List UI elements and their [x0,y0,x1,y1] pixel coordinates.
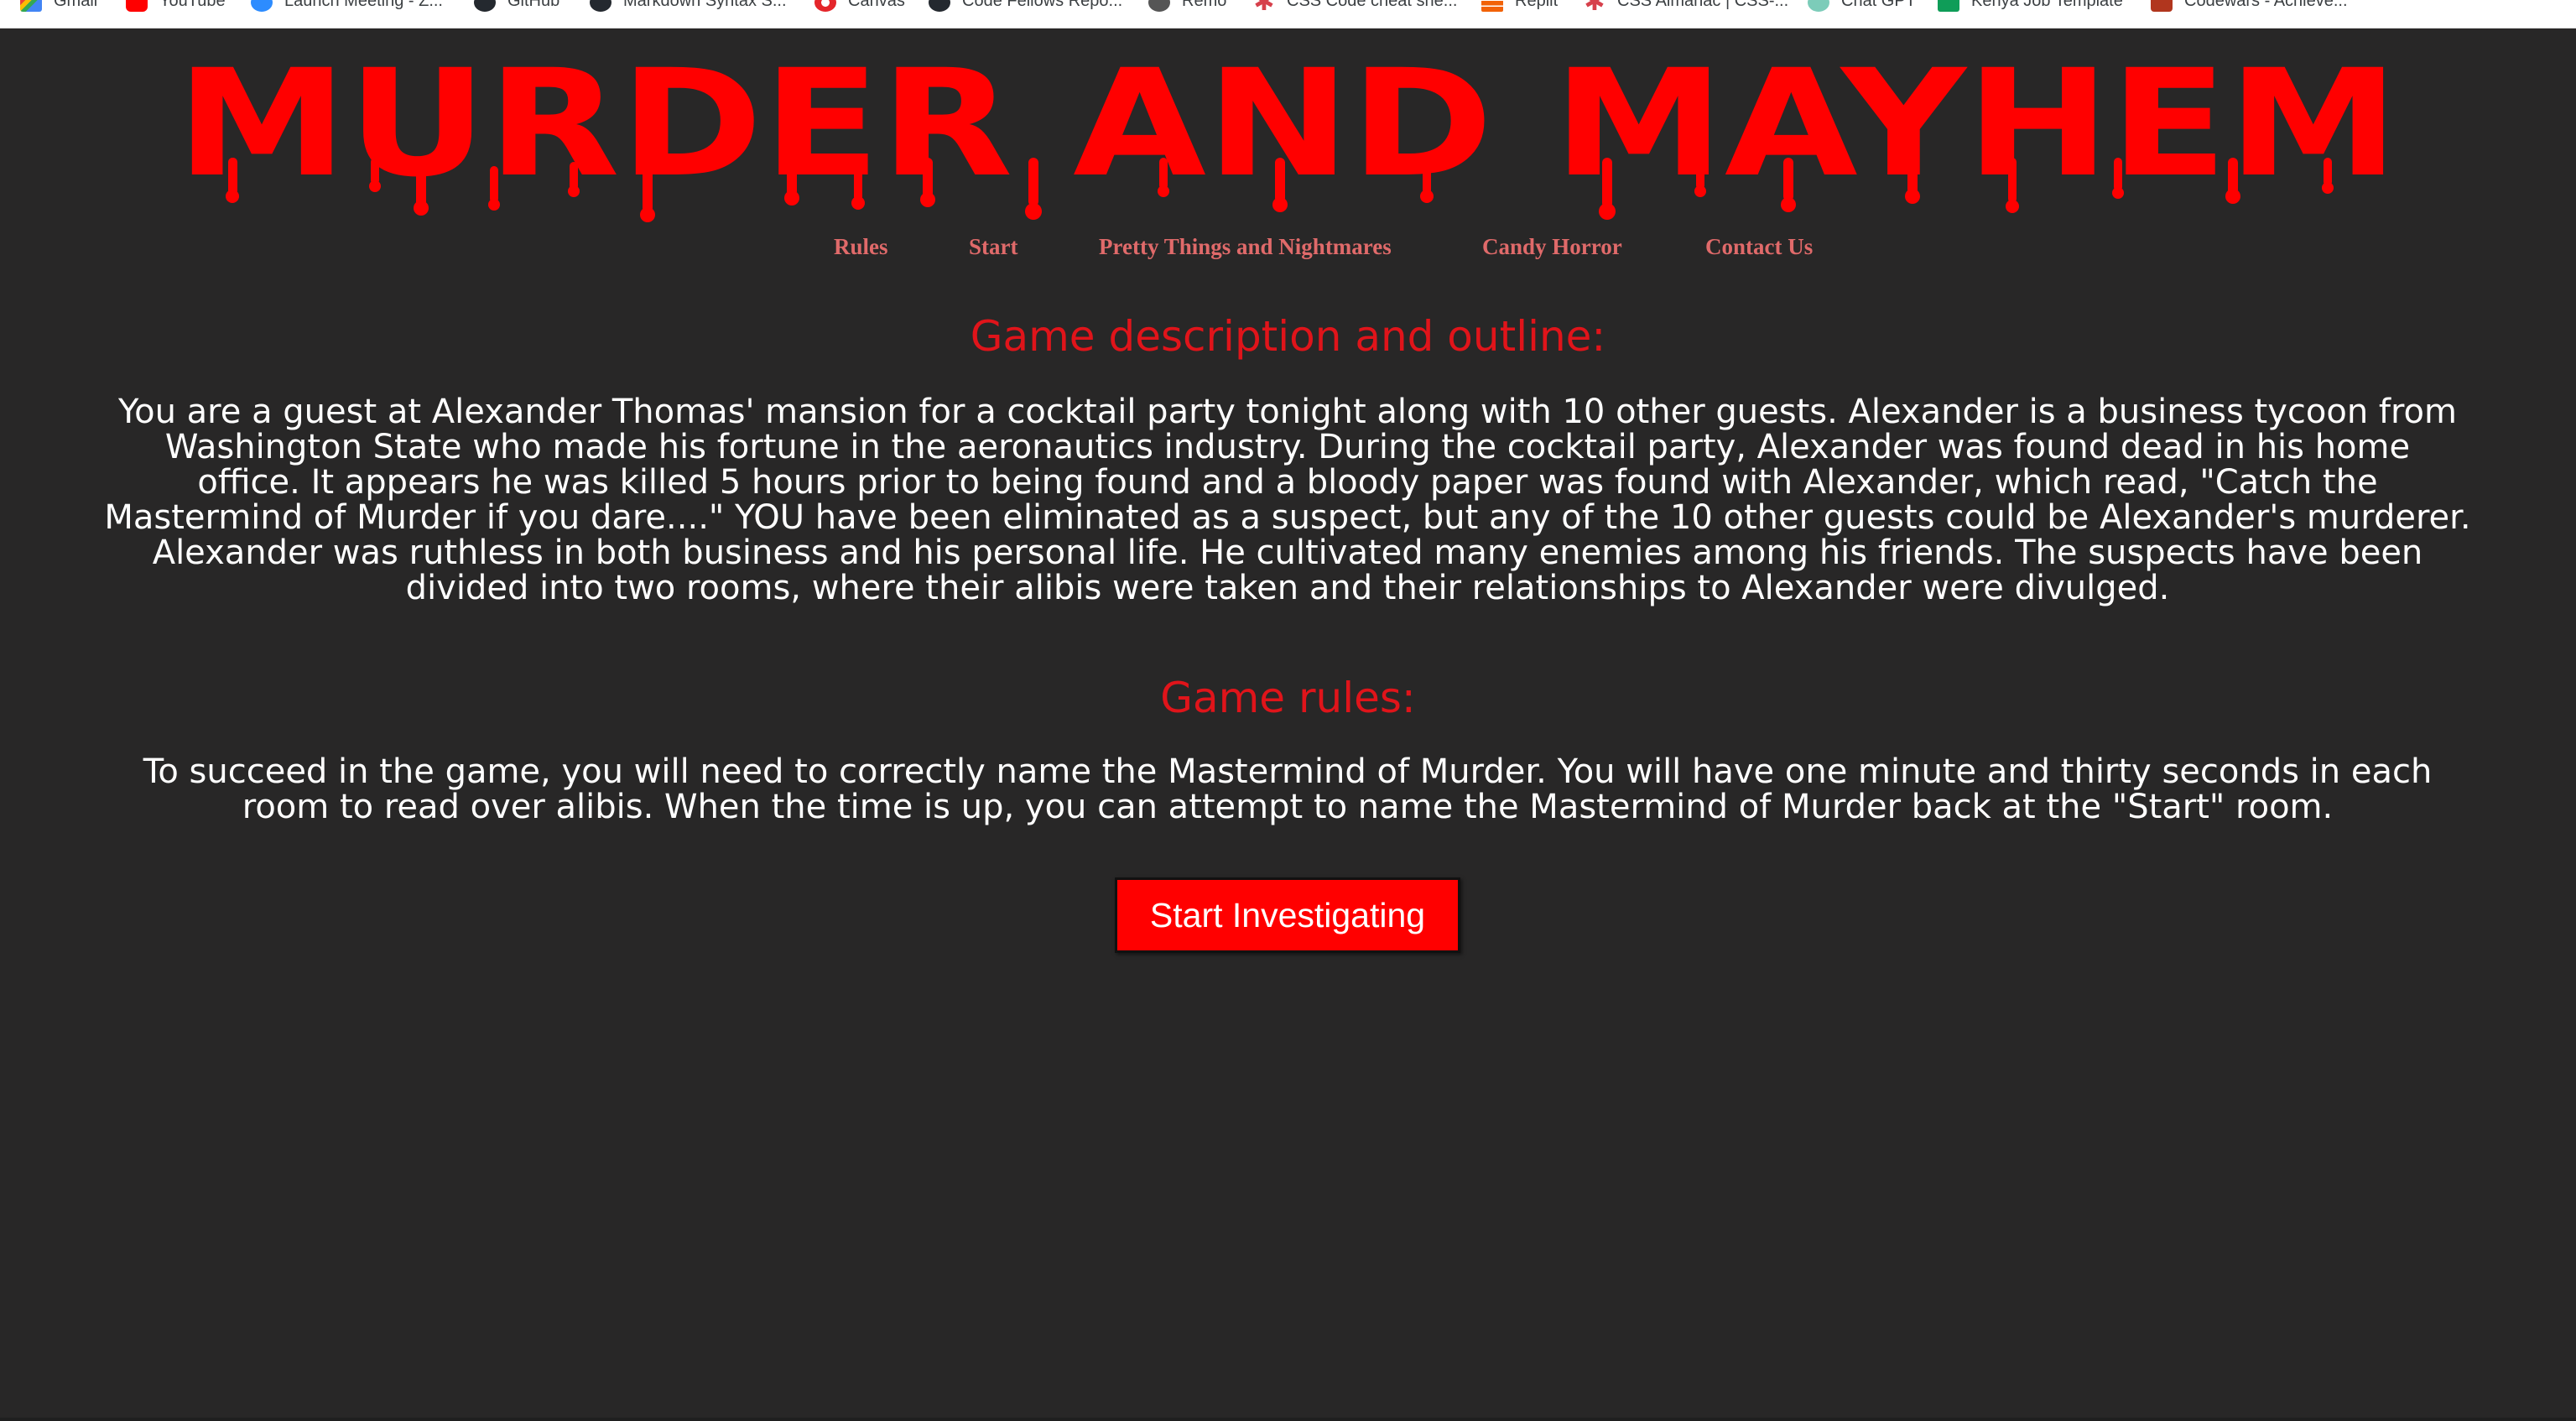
description-line: Washington State who made his fortune in… [164,428,2411,466]
bookmark-label: CSS Code cheat she... [1287,0,1458,10]
chatgpt-icon [1808,0,1829,12]
bookmark-youtube[interactable]: YouTube [126,0,226,20]
description-line: Alexander was ruthless in both business … [152,534,2423,572]
sheets-icon [1938,0,1959,12]
nav-pretty-things-and-nightmares[interactable]: Pretty Things and Nightmares [1099,234,1392,260]
bookmarks-bar: Gmail YouTube Launch Meeting - Z... GitH… [0,0,2576,29]
nav-rules[interactable]: Rules [834,234,888,260]
description-text: You are a guest at Alexander Thomas' man… [59,394,2516,606]
bookmark-label: Replit [1515,0,1559,10]
bookmark-label: Codewars - Achieve... [2184,0,2348,10]
start-investigating-button[interactable]: Start Investigating [1115,877,1460,953]
bookmark-gmail[interactable]: Gmail [20,0,97,20]
bookmark-css-almanac[interactable]: ✱ CSS Almanac | CSS-... [1584,0,1788,20]
bookmark-code-fellows[interactable]: Code Fellows Repo... [929,0,1122,20]
site-title-text: MURDER AND MAYHEM [176,49,2399,210]
zoom-icon [251,0,273,12]
bookmark-label: Remo [1182,0,1227,10]
bookmark-canvas[interactable]: Canvas [814,0,905,20]
bookmark-label: Gmail [54,0,98,10]
bookmark-codewars[interactable]: Codewars - Achieve... [2151,0,2348,20]
gmail-icon [20,0,42,12]
asterisk-icon: ✱ [1253,0,1275,16]
nav-start[interactable]: Start [969,234,1017,260]
bookmark-label: CSS Almanac | CSS-... [1617,0,1789,10]
bookmark-label: Markdown Syntax S... [623,0,787,10]
description-heading: Game description and outline: [970,312,1606,361]
bookmark-github[interactable]: GitHub [474,0,559,20]
bookmark-label: Chat GPT [1841,0,1916,10]
bookmark-remo[interactable]: Remo [1148,0,1226,20]
bookmark-label: GitHub [507,0,560,10]
rules-heading: Game rules: [1160,674,1416,722]
github-icon [474,0,496,12]
nav-candy-horror[interactable]: Candy Horror [1482,234,1622,260]
rules-line: room to read over alibis. When the time … [242,788,2334,826]
github-icon [590,0,611,12]
remo-icon [1148,0,1170,12]
bookmark-label: Kenya Job Template [1971,0,2123,10]
bookmark-css-cheat-sheet[interactable]: ✱ CSS Code cheat she... [1253,0,1457,20]
codewars-icon [2151,0,2173,12]
asterisk-icon: ✱ [1584,0,1605,16]
bookmark-kenya-job-template[interactable]: Kenya Job Template [1938,0,2123,20]
youtube-icon [126,0,148,12]
rules-line: To succeed in the game, you will need to… [143,752,2433,791]
page-bottom-edge [0,1418,2576,1421]
canvas-icon [814,0,836,12]
description-line: office. It appears he was killed 5 hours… [197,463,2378,502]
main-nav: Rules Start Pretty Things and Nightmares… [0,234,2576,268]
bookmark-label: Canvas [848,0,905,10]
bookmark-zoom-meeting[interactable]: Launch Meeting - Z... [251,0,443,20]
bookmark-chat-gpt[interactable]: Chat GPT [1808,0,1916,20]
description-line: You are a guest at Alexander Thomas' man… [118,393,2457,431]
replit-icon [1481,0,1503,12]
bookmark-markdown-syntax[interactable]: Markdown Syntax S... [590,0,787,20]
bookmark-label: Code Fellows Repo... [962,0,1123,10]
bookmark-replit[interactable]: Replit [1481,0,1558,20]
bookmark-label: Launch Meeting - Z... [284,0,443,10]
rules-text: To succeed in the game, you will need to… [59,754,2516,825]
description-line: divided into two rooms, where their alib… [405,569,2170,607]
bookmark-label: YouTube [159,0,226,10]
nav-contact-us[interactable]: Contact Us [1705,234,1813,260]
github-icon [929,0,950,12]
description-line: Mastermind of Murder if you dare...." YO… [104,498,2471,537]
